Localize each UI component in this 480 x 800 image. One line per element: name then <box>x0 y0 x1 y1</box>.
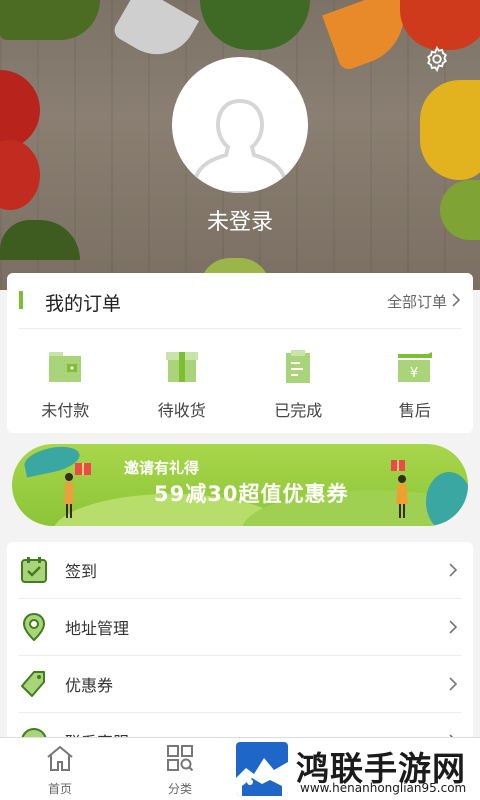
vegetable-decoration <box>200 0 310 50</box>
menu-item-label: 签到 <box>65 562 98 581</box>
leaf-decoration <box>426 472 468 526</box>
section-accent-bar <box>19 291 23 309</box>
order-completed-label: 已完成 <box>274 401 323 420</box>
menu-item-label: 地址管理 <box>65 619 130 638</box>
order-unpaid-label: 未付款 <box>41 401 90 420</box>
svg-text:¥: ¥ <box>410 366 418 381</box>
gift-icon <box>75 463 91 475</box>
avatar[interactable] <box>172 57 308 193</box>
tab-home[interactable]: 首页 <box>30 744 90 797</box>
person-illustration <box>64 473 74 518</box>
tab-home-label: 首页 <box>47 782 72 796</box>
location-pin-icon <box>19 612 49 642</box>
banner-headline: 邀请有礼得 <box>124 459 200 477</box>
invite-promo-banner[interactable]: 邀请有礼得 59减30超值优惠券 <box>12 444 468 526</box>
menu-list: 签到 地址管理 优惠券 <box>7 542 473 742</box>
person-illustration <box>396 475 408 518</box>
gear-icon <box>423 45 451 77</box>
order-after-sales-label: 售后 <box>398 401 431 420</box>
chevron-right-icon <box>445 618 461 636</box>
user-silhouette-icon <box>194 98 286 193</box>
tomato-decoration <box>0 70 40 150</box>
tomato-decoration <box>400 0 480 50</box>
orders-card: 我的订单 全部订单 未付款 待收货 已完成 ¥ 售后 <box>7 273 473 433</box>
settings-button[interactable] <box>420 44 454 78</box>
knife-decoration <box>110 0 200 69</box>
order-pending-delivery-label: 待收货 <box>157 401 206 420</box>
home-icon <box>45 744 75 776</box>
menu-item-coupons[interactable]: 优惠券 <box>19 656 461 713</box>
chevron-right-icon <box>445 561 461 579</box>
order-completed[interactable]: 已完成 <box>240 329 357 433</box>
category-icon <box>165 744 195 776</box>
chevron-right-icon <box>445 675 461 693</box>
gift-icon <box>391 460 405 471</box>
vegetable-decoration <box>0 0 100 40</box>
watermark-url: www.henanhonglian95.com <box>300 781 467 795</box>
all-orders-link[interactable]: 全部订单 <box>387 291 461 312</box>
banner-offer: 59减30超值优惠券 <box>154 482 349 506</box>
package-icon <box>162 347 202 387</box>
pepper-decoration <box>420 80 480 180</box>
wallet-icon <box>45 347 85 387</box>
menu-item-checkin[interactable]: 签到 <box>19 542 461 599</box>
order-after-sales[interactable]: ¥ 售后 <box>357 329 474 433</box>
order-pending-delivery[interactable]: 待收货 <box>124 329 241 433</box>
refund-icon: ¥ <box>395 347 435 387</box>
profile-header: 未登录 <box>0 0 480 290</box>
watermark-logo <box>236 742 288 796</box>
tag-icon <box>19 669 49 699</box>
menu-item-label: 优惠券 <box>65 676 114 695</box>
chevron-right-icon <box>451 292 461 312</box>
menu-item-address[interactable]: 地址管理 <box>19 599 461 656</box>
orders-title: 我的订单 <box>45 293 122 315</box>
order-unpaid[interactable]: 未付款 <box>7 329 124 433</box>
all-orders-label: 全部订单 <box>386 293 447 311</box>
tab-category-label: 分类 <box>167 782 192 796</box>
orders-header: 我的订单 全部订单 <box>19 273 461 329</box>
order-status-row: 未付款 待收货 已完成 ¥ 售后 <box>7 329 473 433</box>
document-check-icon <box>278 347 318 387</box>
calendar-check-icon <box>19 555 49 585</box>
login-status[interactable]: 未登录 <box>0 204 480 236</box>
tab-category[interactable]: 分类 <box>150 744 210 797</box>
tomato-decoration <box>0 140 40 210</box>
